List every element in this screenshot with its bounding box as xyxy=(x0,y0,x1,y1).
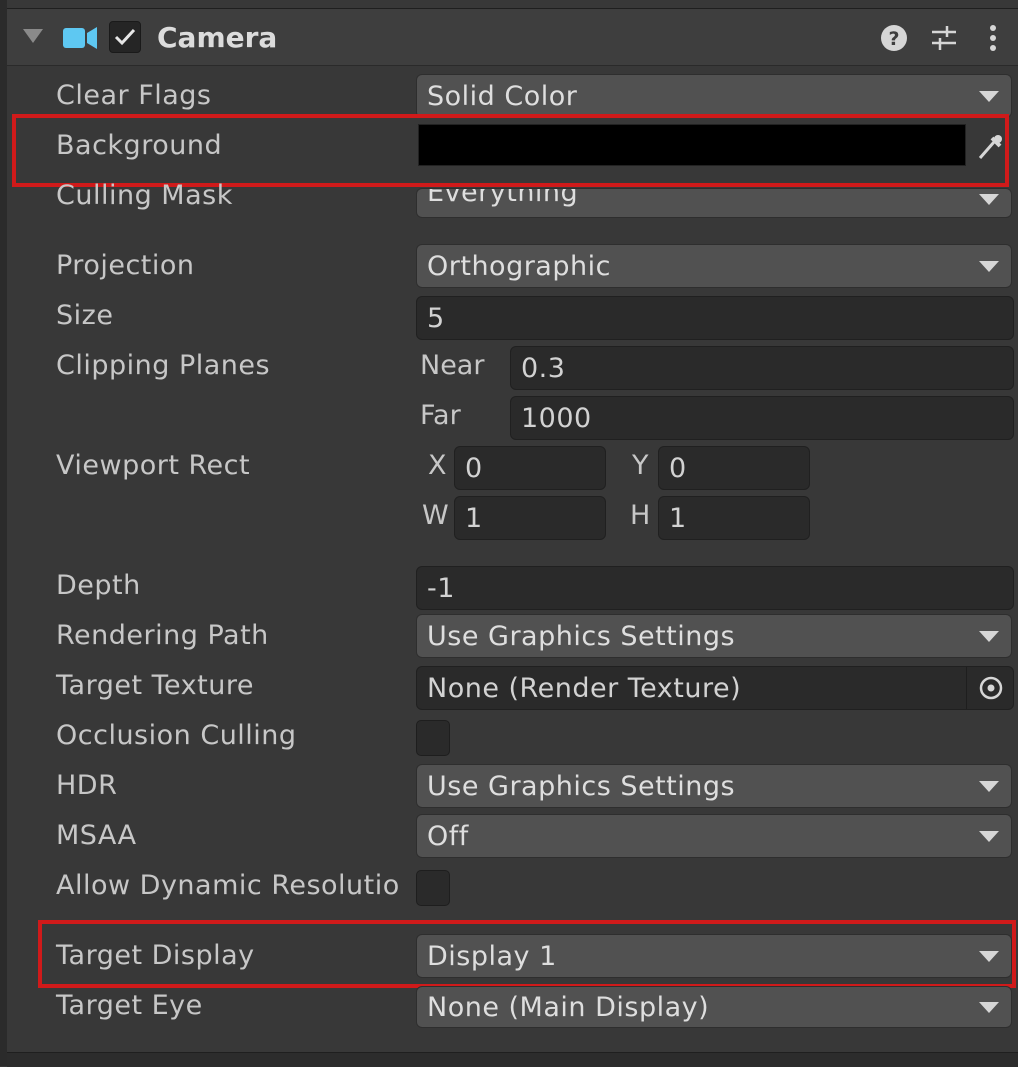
chevron-down-icon xyxy=(979,91,999,102)
far-label: Far xyxy=(420,400,461,431)
allow-dynamic-resolution-label: Allow Dynamic Resolutio xyxy=(56,870,400,901)
rendering-path-label: Rendering Path xyxy=(56,620,269,651)
chevron-down-icon xyxy=(979,194,999,205)
chevron-down-icon xyxy=(979,1002,999,1013)
chevron-down-icon xyxy=(979,631,999,642)
viewport-rect-label: Viewport Rect xyxy=(56,450,251,481)
clear-flags-label: Clear Flags xyxy=(56,80,212,111)
msaa-dropdown[interactable]: Off xyxy=(416,814,1012,858)
rendering-path-dropdown[interactable]: Use Graphics Settings xyxy=(416,614,1012,658)
viewport-w-label: W xyxy=(422,500,449,531)
viewport-y-field[interactable]: 0 xyxy=(658,446,810,490)
panel-left-edge xyxy=(0,0,7,1066)
near-field[interactable]: 0.3 xyxy=(510,346,1014,390)
clipping-planes-label: Clipping Planes xyxy=(56,350,271,381)
object-picker-icon[interactable] xyxy=(966,667,1013,709)
chevron-down-icon xyxy=(979,781,999,792)
target-eye-label: Target Eye xyxy=(56,990,203,1021)
viewport-x-field[interactable]: 0 xyxy=(454,446,606,490)
size-label: Size xyxy=(56,300,114,331)
projection-value: Orthographic xyxy=(427,250,611,282)
viewport-y-label: Y xyxy=(632,450,649,481)
hdr-value: Use Graphics Settings xyxy=(427,770,736,802)
clear-flags-dropdown[interactable]: Solid Color xyxy=(416,74,1012,118)
rendering-path-value: Use Graphics Settings xyxy=(427,620,736,652)
clear-flags-value: Solid Color xyxy=(427,80,578,112)
next-component-header xyxy=(7,1052,1018,1067)
chevron-down-icon xyxy=(979,831,999,842)
target-texture-label: Target Texture xyxy=(56,670,254,701)
checkmark-icon xyxy=(114,28,136,46)
target-texture-field[interactable]: None (Render Texture) xyxy=(416,666,1014,710)
viewport-h-label: H xyxy=(630,500,651,531)
depth-field[interactable]: -1 xyxy=(416,566,1014,610)
far-field[interactable]: 1000 xyxy=(510,396,1014,440)
depth-label: Depth xyxy=(56,570,141,601)
target-texture-value: None (Render Texture) xyxy=(427,672,742,704)
viewport-x-label: X xyxy=(428,450,447,481)
culling-mask-dropdown[interactable]: Everything xyxy=(416,188,1012,218)
presets-icon[interactable] xyxy=(929,23,959,53)
fold-triangle-icon[interactable] xyxy=(23,29,43,43)
culling-mask-value: Everything xyxy=(427,188,579,208)
target-eye-dropdown[interactable]: None (Main Display) xyxy=(416,986,1012,1028)
component-title: Camera xyxy=(157,21,278,54)
culling-mask-label: Culling Mask xyxy=(56,180,233,211)
target-eye-value: None (Main Display) xyxy=(427,991,710,1023)
viewport-h-field[interactable]: 1 xyxy=(658,496,810,540)
occlusion-culling-checkbox[interactable] xyxy=(416,720,450,756)
near-label: Near xyxy=(420,350,485,381)
component-header[interactable]: Camera ? xyxy=(7,8,1018,66)
help-icon[interactable]: ? xyxy=(879,23,909,53)
viewport-w-field[interactable]: 1 xyxy=(454,496,606,540)
target-display-highlight-box xyxy=(38,920,1016,988)
more-menu-icon[interactable] xyxy=(979,23,1009,53)
allow-dynamic-resolution-checkbox[interactable] xyxy=(416,870,450,906)
hdr-label: HDR xyxy=(56,770,118,801)
projection-label: Projection xyxy=(56,250,195,281)
occlusion-culling-label: Occlusion Culling xyxy=(56,720,297,751)
msaa-value: Off xyxy=(427,820,469,852)
size-field[interactable]: 5 xyxy=(416,296,1014,340)
chevron-down-icon xyxy=(979,261,999,272)
msaa-label: MSAA xyxy=(56,820,137,851)
camera-icon xyxy=(63,27,97,49)
projection-dropdown[interactable]: Orthographic xyxy=(416,244,1012,288)
component-enabled-checkbox[interactable] xyxy=(109,21,141,53)
hdr-dropdown[interactable]: Use Graphics Settings xyxy=(416,764,1012,808)
background-highlight-box xyxy=(12,114,1009,187)
svg-text:?: ? xyxy=(888,28,899,50)
